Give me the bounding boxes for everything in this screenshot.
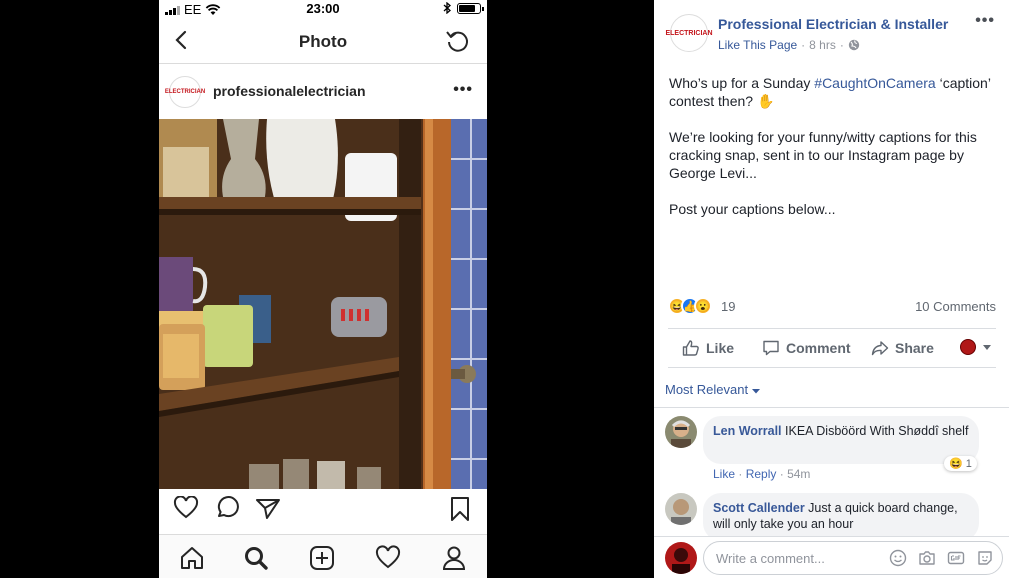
share-arrow-icon xyxy=(871,341,889,356)
ig-navigation-bar: Photo xyxy=(159,18,487,64)
profile-mini-avatar xyxy=(960,339,976,355)
page-title: Photo xyxy=(298,32,348,51)
bookmark-icon[interactable] xyxy=(449,496,471,522)
post-header: ELECTRICIAN professionalelectrician ••• xyxy=(159,64,487,118)
sort-label: Most Relevant xyxy=(665,382,749,397)
reactions-summary: 😆 👍 😮 19 10 Comments xyxy=(668,296,996,318)
haha-reaction-icon: 😆 xyxy=(949,458,963,470)
status-bar: EE 23:00 xyxy=(159,0,487,18)
comment-actions: Like · Reply · 54m xyxy=(713,467,810,481)
separator: · xyxy=(779,467,788,481)
comment-time[interactable]: 54m xyxy=(787,467,810,481)
caret-down-icon xyxy=(751,389,760,394)
comment-item: Len Worrall IKEA Disböörd With Shøddî sh… xyxy=(665,416,995,484)
comment-label: Comment xyxy=(786,340,851,356)
post-time[interactable]: 8 hrs xyxy=(809,38,836,52)
sticker-icon[interactable] xyxy=(976,549,994,567)
post-action-bar: Like Comment Share xyxy=(668,328,996,368)
search-icon[interactable] xyxy=(243,545,269,571)
write-comment-bar: Write a comment... xyxy=(654,536,1009,578)
post-username[interactable]: professionalelectrician xyxy=(213,83,366,99)
comment-icon[interactable] xyxy=(215,496,241,520)
comment-bubble: Len Worrall IKEA Disböörd With Shøddî sh… xyxy=(703,416,979,464)
like-label: Like xyxy=(706,340,735,356)
reaction-emojis[interactable]: 😆 👍 😮 xyxy=(668,297,712,315)
globe-icon xyxy=(848,39,860,51)
comment-reply-link[interactable]: Reply xyxy=(746,467,777,481)
current-user-avatar xyxy=(665,542,697,574)
post-body: Who’s up for a Sunday #CaughtOnCamera ‘c… xyxy=(669,74,999,236)
wow-reaction-icon: 😮 xyxy=(694,297,712,315)
page-name-link[interactable]: Professional Electrician & Installer xyxy=(718,16,948,32)
emoji-icon[interactable] xyxy=(889,549,907,567)
camera-icon[interactable] xyxy=(918,549,936,567)
comment-count-link[interactable]: 10 Comments xyxy=(915,299,996,314)
comment-sort-dropdown[interactable]: Most Relevant xyxy=(665,382,760,397)
comment-like-link[interactable]: Like xyxy=(713,467,735,481)
thumbs-up-icon xyxy=(682,340,699,356)
post-as-selector[interactable] xyxy=(960,339,992,355)
add-post-icon[interactable] xyxy=(309,545,335,571)
speech-bubble-icon xyxy=(763,340,779,356)
comment-item: Scott Callender Just a quick board chang… xyxy=(665,493,995,541)
instagram-phone-screen: EE 23:00 Photo ELECTRICIAN professionale… xyxy=(159,0,487,578)
comment-button[interactable]: Comment xyxy=(762,339,851,357)
heart-icon[interactable] xyxy=(173,496,199,520)
facebook-post-panel: ELECTRICIAN Professional Electrician & I… xyxy=(654,0,1009,578)
meta-separator: · xyxy=(801,38,806,52)
ig-tab-bar xyxy=(159,534,487,578)
gif-icon[interactable] xyxy=(947,549,965,567)
battery-icon xyxy=(457,2,484,14)
post-actions-bar xyxy=(159,496,487,534)
post-paragraph: Who’s up for a Sunday #CaughtOnCamera ‘c… xyxy=(669,74,999,110)
post-paragraph: Post your captions below... xyxy=(669,201,836,217)
commenter-avatar[interactable] xyxy=(665,416,697,448)
meta-separator: · xyxy=(839,38,844,52)
caret-down-icon xyxy=(983,345,991,350)
hashtag-link[interactable]: #CaughtOnCamera xyxy=(814,75,935,91)
post-text-part: Who’s up for a Sunday xyxy=(669,75,815,91)
profile-avatar[interactable]: ELECTRICIAN xyxy=(165,76,205,108)
comment-text: IKEA Disböörd With Shøddî shelf xyxy=(785,424,969,438)
commenter-name[interactable]: Len Worrall xyxy=(713,424,782,438)
comment-placeholder: Write a comment... xyxy=(716,551,825,566)
home-icon[interactable] xyxy=(179,545,205,571)
post-paragraph: We’re looking for your funny/witty capti… xyxy=(669,129,977,181)
activity-heart-icon[interactable] xyxy=(375,545,401,571)
separator: · xyxy=(738,467,746,481)
bluetooth-icon xyxy=(443,2,451,14)
share-label: Share xyxy=(895,340,934,356)
comment-bubble: Scott Callender Just a quick board chang… xyxy=(703,493,979,541)
divider xyxy=(654,407,1009,408)
refresh-icon[interactable] xyxy=(445,28,471,54)
profile-icon[interactable] xyxy=(441,545,467,571)
comment-reaction-count: 1 xyxy=(965,457,972,470)
share-button[interactable]: Share xyxy=(871,339,934,357)
like-button[interactable]: Like xyxy=(682,339,734,357)
commenter-avatar[interactable] xyxy=(665,493,697,525)
comment-reaction-badge[interactable]: 😆 1 xyxy=(944,456,977,471)
post-meta: Like This Page · 8 hrs · xyxy=(718,38,860,52)
like-page-link[interactable]: Like This Page xyxy=(718,38,797,52)
send-icon[interactable] xyxy=(255,496,281,520)
commenter-name[interactable]: Scott Callender xyxy=(713,501,805,515)
post-options-icon[interactable]: ••• xyxy=(975,12,995,30)
avatar-logo-text: ELECTRICIAN xyxy=(164,89,206,95)
battery-fill xyxy=(459,4,475,12)
reaction-count[interactable]: 19 xyxy=(721,299,735,314)
more-options-icon[interactable]: ••• xyxy=(453,81,473,99)
post-photo[interactable] xyxy=(159,119,487,489)
cabinet-photo-illustration xyxy=(159,119,487,489)
page-logo-text: ELECTRICIAN xyxy=(665,29,713,37)
status-time: 23:00 xyxy=(306,1,340,16)
comment-input[interactable]: Write a comment... xyxy=(703,541,1003,575)
page-avatar[interactable]: ELECTRICIAN xyxy=(665,14,713,52)
